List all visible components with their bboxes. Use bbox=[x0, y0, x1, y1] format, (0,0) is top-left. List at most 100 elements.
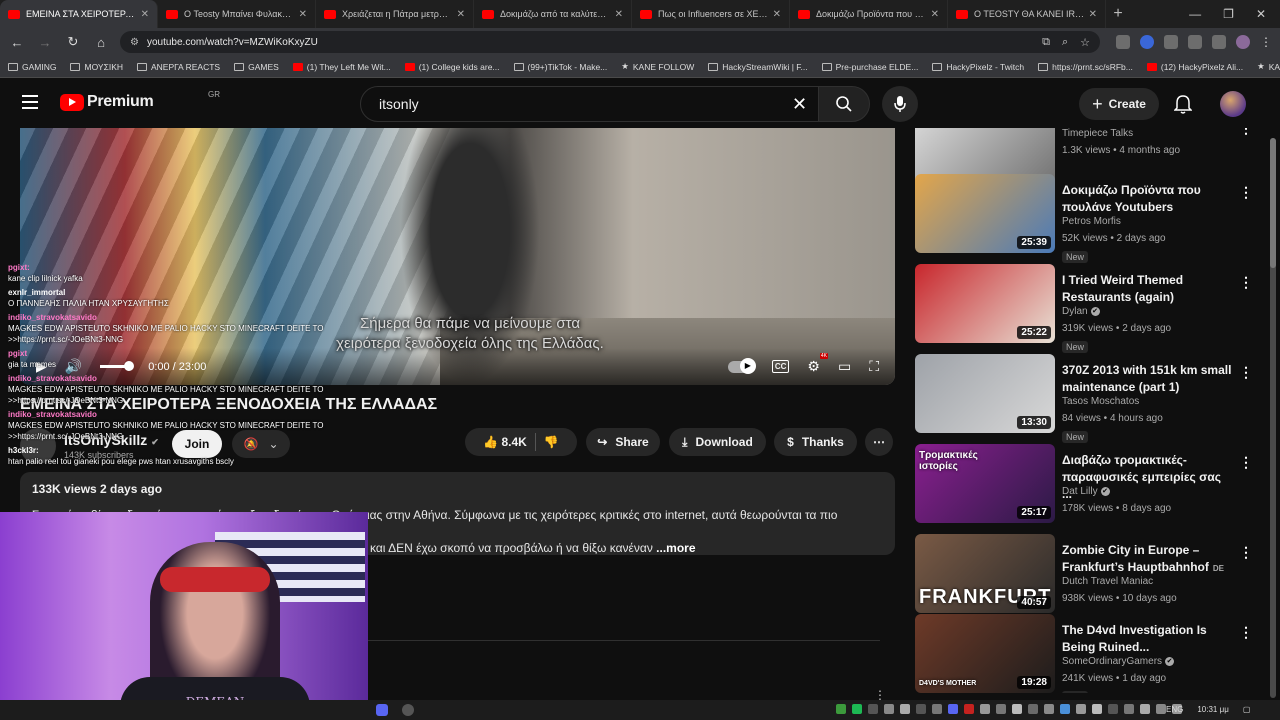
close-tab-icon[interactable]: ✕ bbox=[141, 9, 149, 20]
recommended-video[interactable]: 25:39 Δοκιμάζω Προϊόντα που πουλάνε Youtu… bbox=[915, 174, 1255, 263]
site-info-icon[interactable]: ⚙ bbox=[130, 37, 139, 48]
browser-tab[interactable]: O TEOSTY ΘΑ ΚΑΝΕΙ IRL POKE... ✕ bbox=[948, 0, 1106, 28]
bookmark-item[interactable]: ΑΝΕΡΓΑ REACTS bbox=[137, 62, 220, 72]
thanks-button[interactable]: $ Thanks bbox=[774, 428, 857, 456]
bookmark-item[interactable]: ★ KANE FOLLOW bbox=[621, 61, 694, 72]
bookmark-item[interactable]: GAMING bbox=[8, 62, 56, 72]
tray-icon[interactable] bbox=[932, 704, 942, 714]
recommended-video[interactable]: 25:22 I Tried Weird Themed Restaurants (a… bbox=[915, 264, 1255, 353]
settings-gear-icon[interactable]: ⚙ 4K bbox=[807, 353, 828, 375]
tray-icon[interactable] bbox=[1060, 704, 1070, 714]
media-icon[interactable] bbox=[1212, 35, 1226, 49]
clock[interactable]: 10:31 μμ bbox=[1197, 705, 1228, 714]
tray-icon[interactable] bbox=[1028, 704, 1038, 714]
recommended-channel[interactable]: Dutch Travel Maniac bbox=[1062, 576, 1153, 587]
extension-icon[interactable] bbox=[1164, 35, 1178, 49]
restore-icon[interactable]: ❐ bbox=[1223, 7, 1234, 21]
tray-icon[interactable] bbox=[948, 704, 958, 714]
new-tab-icon[interactable]: + bbox=[1106, 5, 1130, 23]
recommended-title[interactable]: 370Z 2013 with 151k km small maintenance… bbox=[1062, 362, 1232, 396]
zoom-icon[interactable]: ⌕ bbox=[1062, 36, 1068, 49]
minimize-icon[interactable]: — bbox=[1189, 7, 1201, 21]
download-button[interactable]: ⤓ Download bbox=[669, 428, 766, 456]
more-options-icon[interactable]: ⋮ bbox=[1239, 184, 1253, 201]
browser-tab[interactable]: ΕΜΕΙΝΑ ΣΤΑ ΧΕΙΡΟΤΕΡΑ ΞΕΝΟΔ... ✕ bbox=[0, 0, 158, 28]
back-icon[interactable]: ← bbox=[8, 35, 26, 50]
more-actions-button[interactable]: ⋯ bbox=[865, 428, 893, 456]
recommended-title[interactable]: Zombie City in Europe – Frankfurt’s Haup… bbox=[1062, 542, 1232, 577]
close-tab-icon[interactable]: ✕ bbox=[457, 9, 465, 20]
tray-icon[interactable] bbox=[1012, 704, 1022, 714]
puzzle-icon[interactable] bbox=[1188, 35, 1202, 49]
extension-icon[interactable] bbox=[1116, 35, 1130, 49]
address-bar[interactable]: ⚙ youtube.com/watch?v=MZWiKoKxyZU ⧉ ⌕ ☆ bbox=[120, 31, 1100, 53]
tray-icon[interactable] bbox=[980, 704, 990, 714]
share-button[interactable]: ↪ Share bbox=[586, 428, 660, 456]
browser-tab[interactable]: Δοκιμάζω από τα καλύτερα μ... ✕ bbox=[474, 0, 632, 28]
search-input[interactable]: itsonly bbox=[360, 86, 820, 122]
browser-tab[interactable]: Ο Teosty Μπαίνει Φυλακή; (Bo... ✕ bbox=[158, 0, 316, 28]
tray-icon[interactable] bbox=[884, 704, 894, 714]
like-button[interactable]: 👍 8.4K bbox=[483, 435, 527, 449]
video-thumbnail[interactable]: D4VD'S MOTHER 19:28 bbox=[915, 614, 1055, 693]
recommended-channel[interactable]: Petros Morfis bbox=[1062, 216, 1121, 227]
clear-search-icon[interactable]: ✕ bbox=[792, 94, 807, 115]
tray-icon[interactable] bbox=[1124, 704, 1134, 714]
search-button[interactable] bbox=[818, 86, 870, 122]
recommended-title[interactable]: I Tried Weird Themed Restaurants (again) bbox=[1062, 272, 1232, 306]
recommended-channel[interactable]: Dat Lilly ✔ bbox=[1062, 486, 1110, 497]
tray-icon[interactable] bbox=[1092, 704, 1102, 714]
fullscreen-icon[interactable]: ⛶ bbox=[869, 358, 879, 375]
tray-icon[interactable] bbox=[1108, 704, 1118, 714]
bookmark-item[interactable]: ΜΟΥΣΙΚΗ bbox=[70, 62, 123, 72]
tray-icon[interactable] bbox=[1140, 704, 1150, 714]
recommended-title[interactable]: Δοκιμάζω Προϊόντα που πουλάνε Youtubers bbox=[1062, 182, 1232, 216]
app-icon[interactable] bbox=[402, 704, 414, 716]
recommended-video[interactable]: FRANKFURT 40:57 Zombie City in Europe – Fr… bbox=[915, 534, 1255, 614]
create-button[interactable]: + Create bbox=[1079, 88, 1159, 120]
recommended-channel[interactable]: Timepiece Talks bbox=[1062, 128, 1133, 139]
page-scrollbar[interactable] bbox=[1270, 138, 1276, 698]
hamburger-menu-icon[interactable] bbox=[22, 95, 38, 109]
tray-icon[interactable] bbox=[836, 704, 846, 714]
bookmark-item[interactable]: (12) HackyPixelz Ali... bbox=[1146, 62, 1243, 72]
close-tab-icon[interactable]: ✕ bbox=[1089, 9, 1097, 20]
home-icon[interactable]: ⌂ bbox=[92, 35, 110, 50]
bookmark-item[interactable]: HackyStreamWiki | F... bbox=[708, 62, 808, 72]
menu-dots-icon[interactable]: ⋮ bbox=[1260, 35, 1272, 49]
more-options-icon[interactable]: ⋮ bbox=[1239, 544, 1253, 561]
close-tab-icon[interactable]: ✕ bbox=[773, 9, 781, 20]
tray-icon[interactable] bbox=[852, 704, 862, 714]
reload-icon[interactable]: ↻ bbox=[64, 34, 82, 50]
bookmark-item[interactable]: (1) They Left Me Wit... bbox=[292, 62, 391, 72]
tray-icon[interactable] bbox=[1076, 704, 1086, 714]
tray-icon[interactable] bbox=[868, 704, 878, 714]
close-tab-icon[interactable]: ✕ bbox=[299, 9, 307, 20]
bookmark-item[interactable]: (99+)TikTok - Make... bbox=[513, 62, 607, 72]
video-thumbnail[interactable]: FRANKFURT 40:57 bbox=[915, 534, 1055, 613]
recommended-channel[interactable]: Dylan ✔ bbox=[1062, 306, 1100, 317]
autoplay-toggle[interactable] bbox=[727, 357, 756, 374]
bookmark-item[interactable]: HackyPixelz - Twitch bbox=[932, 62, 1024, 72]
browser-tab[interactable]: Χρειάζεται η Πάτρα μετρό ? | ... ✕ bbox=[316, 0, 474, 28]
theater-mode-icon[interactable]: ▭ bbox=[838, 358, 851, 375]
browser-tab[interactable]: Δοκιμάζω Προϊόντα που πουλ... ✕ bbox=[790, 0, 948, 28]
tray-icon[interactable] bbox=[996, 704, 1006, 714]
close-tab-icon[interactable]: ✕ bbox=[931, 9, 939, 20]
recommended-channel[interactable]: SomeOrdinaryGamers ✔ bbox=[1062, 656, 1175, 667]
bookmark-item[interactable]: https://prnt.sc/sRFb... bbox=[1038, 62, 1133, 72]
tray-icon[interactable] bbox=[964, 704, 974, 714]
tray-icon[interactable] bbox=[916, 704, 926, 714]
show-more-link[interactable]: ...more bbox=[656, 541, 695, 555]
scrollbar-thumb[interactable] bbox=[1270, 138, 1276, 268]
more-options-icon[interactable]: ⋮ bbox=[1239, 454, 1253, 471]
more-options-icon[interactable]: ⋮ bbox=[1239, 624, 1253, 641]
notifications-icon[interactable]: ▢ bbox=[1243, 705, 1251, 714]
recommended-video[interactable]: 13:30 370Z 2013 with 151k km small mainte… bbox=[915, 354, 1255, 443]
bookmark-star-icon[interactable]: ☆ bbox=[1080, 36, 1090, 49]
notifications-bell-icon[interactable] bbox=[1174, 94, 1192, 114]
more-options-icon[interactable]: ⋮ bbox=[1239, 274, 1253, 291]
tray-icon[interactable] bbox=[1156, 704, 1166, 714]
browser-tab[interactable]: Πως οι Influencers σε ΧΕΙΡΑΓΩ... ✕ bbox=[632, 0, 790, 28]
bookmark-item[interactable]: GAMES bbox=[234, 62, 279, 72]
